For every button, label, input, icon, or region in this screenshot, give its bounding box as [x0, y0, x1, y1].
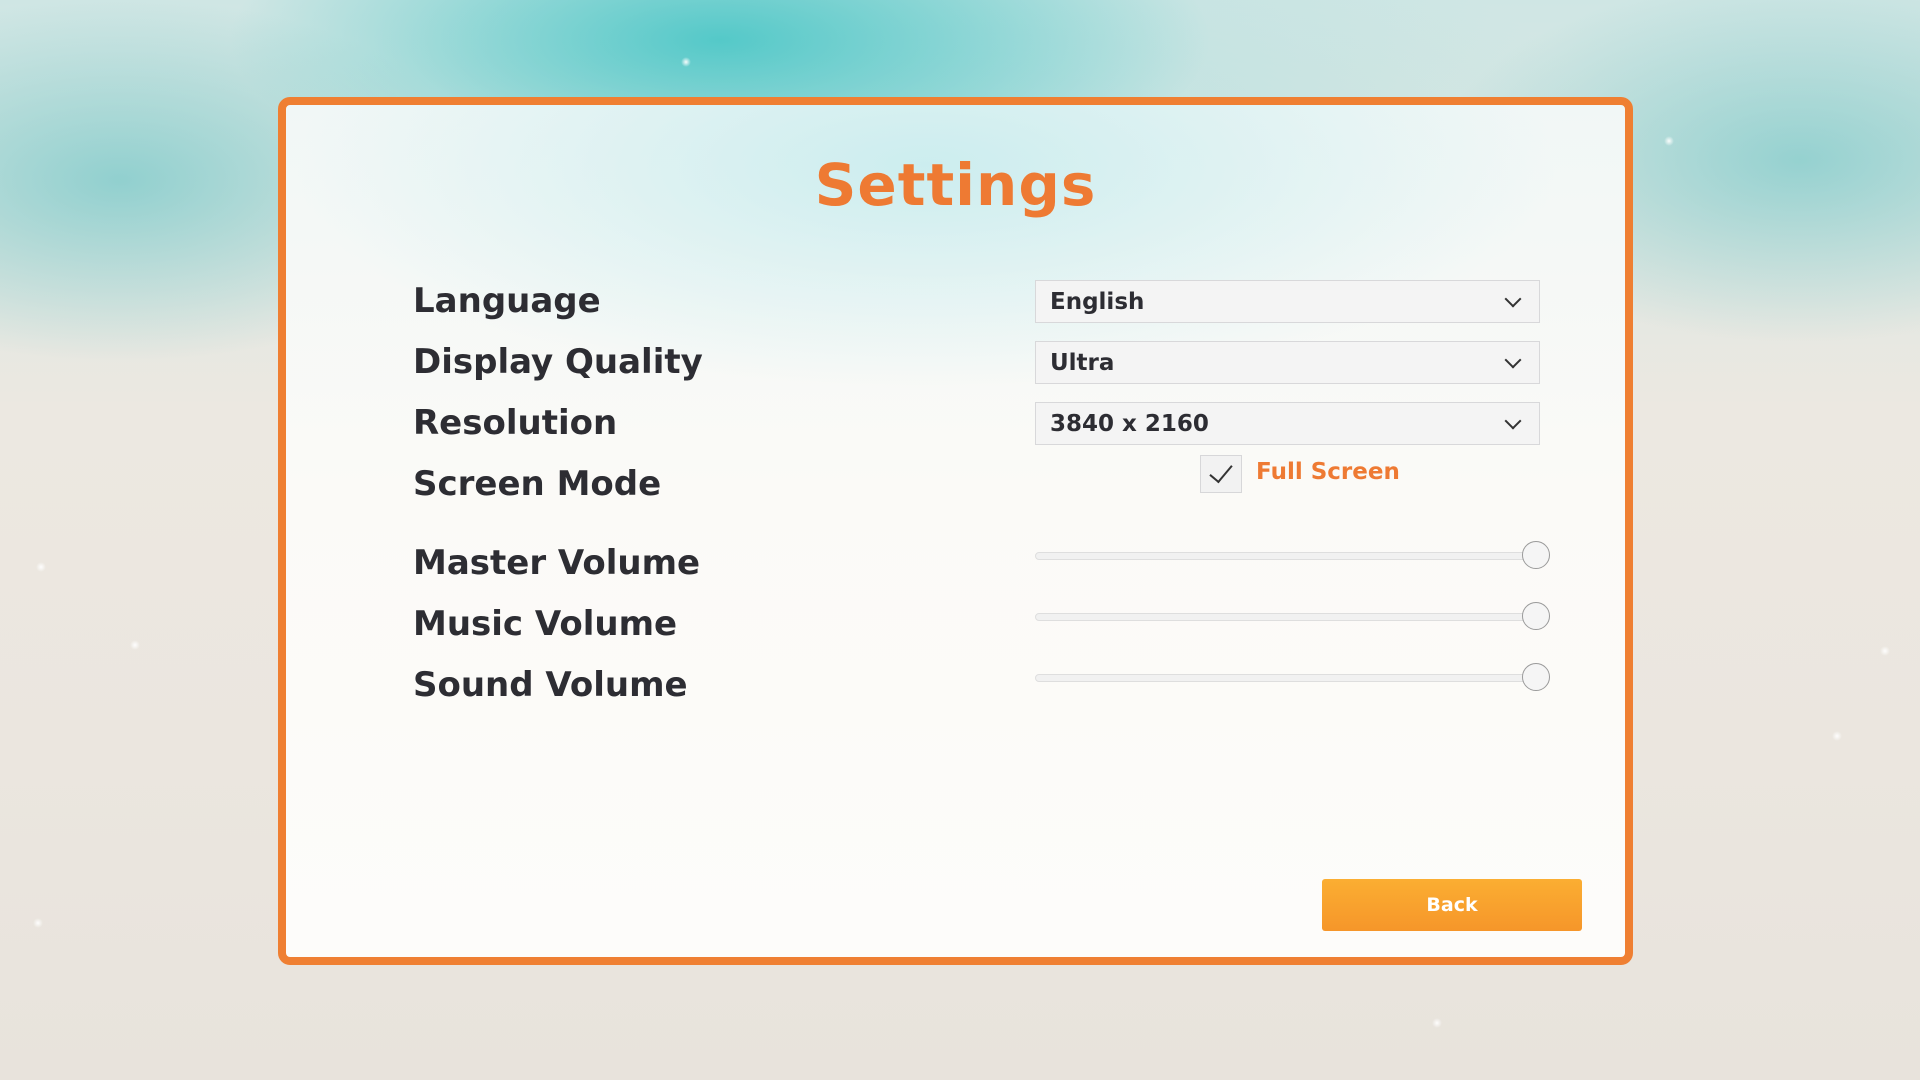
music-volume-label: Music Volume: [413, 604, 678, 644]
master-volume-label: Master Volume: [413, 543, 701, 583]
slider-track: [1035, 674, 1536, 682]
sparkle: [1432, 1018, 1442, 1028]
sparkle: [130, 640, 140, 650]
resolution-value: 3840 x 2160: [1050, 411, 1209, 437]
sparkle: [36, 562, 46, 572]
display-quality-value: Ultra: [1050, 350, 1115, 376]
resolution-label: Resolution: [413, 403, 618, 443]
sparkle: [33, 918, 43, 928]
slider-thumb[interactable]: [1522, 663, 1550, 691]
sound-volume-slider[interactable]: [1035, 663, 1550, 693]
checkmark-icon: [1209, 458, 1233, 484]
sparkle: [681, 57, 691, 67]
full-screen-label[interactable]: Full Screen: [1256, 459, 1400, 485]
master-volume-slider[interactable]: [1035, 541, 1550, 571]
language-label: Language: [413, 281, 601, 321]
slider-track: [1035, 613, 1536, 621]
music-volume-slider[interactable]: [1035, 602, 1550, 632]
display-quality-dropdown[interactable]: Ultra: [1035, 341, 1540, 384]
sparkle: [1664, 136, 1674, 146]
slider-thumb[interactable]: [1522, 602, 1550, 630]
language-value: English: [1050, 289, 1145, 315]
resolution-dropdown[interactable]: 3840 x 2160: [1035, 402, 1540, 445]
chevron-down-icon: [1504, 412, 1522, 430]
chevron-down-icon: [1504, 290, 1522, 308]
back-button[interactable]: Back: [1322, 879, 1582, 931]
settings-panel: Settings Language English Display Qualit…: [278, 97, 1633, 965]
display-quality-label: Display Quality: [413, 342, 703, 382]
slider-thumb[interactable]: [1522, 541, 1550, 569]
sound-volume-label: Sound Volume: [413, 665, 688, 705]
screen-mode-label: Screen Mode: [413, 464, 662, 504]
language-dropdown[interactable]: English: [1035, 280, 1540, 323]
full-screen-checkbox[interactable]: [1200, 455, 1242, 493]
page-title: Settings: [814, 151, 1097, 219]
slider-track: [1035, 552, 1536, 560]
chevron-down-icon: [1504, 351, 1522, 369]
sparkle: [1832, 731, 1842, 741]
sparkle: [1880, 646, 1890, 656]
